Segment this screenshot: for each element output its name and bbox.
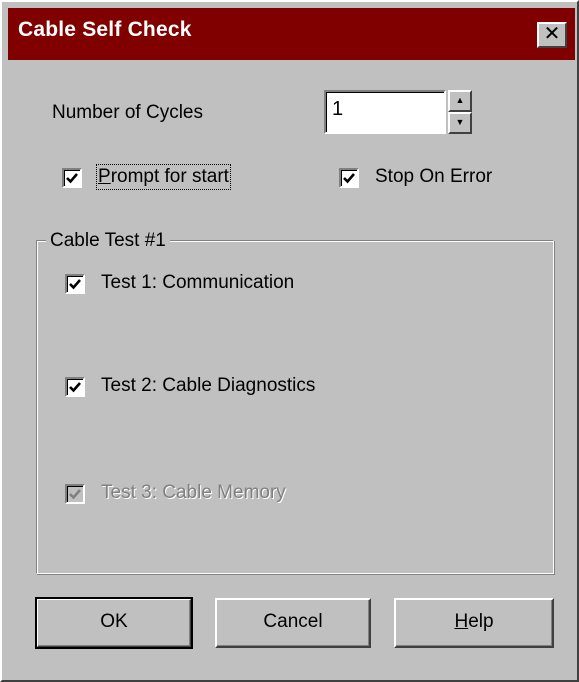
dialog-title: Cable Self Check	[18, 18, 192, 41]
stop-on-error-label[interactable]: Stop On Error	[375, 166, 492, 188]
title-bar[interactable]: Cable Self Check ✕	[8, 8, 575, 60]
dialog-window: Cable Self Check ✕ Number of Cycles 1 ▲ …	[0, 0, 579, 682]
cable-test-group-title: Cable Test #1	[46, 230, 170, 252]
test-3-label: Test 3: Cable Memory	[101, 482, 286, 503]
test-2-label[interactable]: Test 2: Cable Diagnostics	[101, 375, 315, 397]
test-1-checkbox[interactable]	[65, 274, 85, 294]
cancel-button[interactable]: Cancel	[215, 598, 371, 648]
checkmark-icon	[66, 173, 78, 184]
test-2-checkbox[interactable]	[65, 377, 85, 397]
stop-on-error-checkbox[interactable]	[339, 168, 359, 188]
prompt-start-label-rest: rompt for start	[110, 166, 229, 187]
help-button[interactable]: Help	[394, 598, 554, 648]
arrow-up-icon: ▲	[455, 95, 465, 105]
close-icon: ✕	[543, 23, 561, 45]
help-mnemonic: H	[454, 611, 469, 632]
test-3-checkbox	[65, 484, 85, 504]
arrow-down-icon: ▼	[455, 117, 465, 127]
close-button[interactable]: ✕	[537, 22, 567, 48]
cycles-input[interactable]: 1	[324, 90, 446, 134]
prompt-start-checkbox[interactable]	[62, 168, 82, 188]
prompt-start-label[interactable]: Prompt for start	[96, 164, 231, 190]
prompt-start-mnemonic: P	[98, 166, 111, 187]
ok-button[interactable]: OK	[35, 597, 193, 649]
checkmark-icon	[343, 173, 355, 184]
cycles-label: Number of Cycles	[52, 102, 203, 123]
checkmark-icon	[69, 489, 81, 500]
checkmark-icon	[69, 382, 81, 393]
spin-down-button[interactable]: ▼	[448, 112, 472, 134]
spin-up-button[interactable]: ▲	[448, 90, 472, 112]
help-label-rest: elp	[468, 611, 494, 632]
checkmark-icon	[69, 279, 81, 290]
test-1-label[interactable]: Test 1: Communication	[101, 272, 294, 294]
